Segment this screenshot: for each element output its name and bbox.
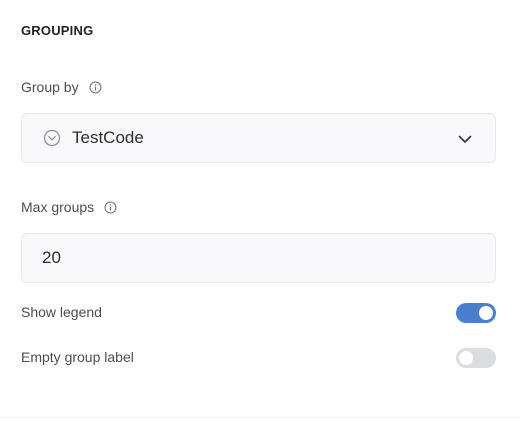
empty-group-label-toggle[interactable] bbox=[456, 348, 496, 368]
toggle-knob bbox=[459, 351, 473, 365]
chevron-down-icon bbox=[457, 131, 473, 147]
max-groups-label-row: Max groups bbox=[21, 199, 117, 215]
toggle-knob bbox=[479, 306, 493, 320]
group-by-label: Group by bbox=[21, 79, 79, 95]
chevron-circle-down-icon bbox=[43, 129, 61, 147]
group-by-label-row: Group by bbox=[21, 79, 102, 95]
group-by-value: TestCode bbox=[72, 128, 144, 147]
show-legend-toggle[interactable] bbox=[456, 303, 496, 323]
divider bbox=[0, 417, 520, 418]
grouping-settings-panel: GROUPING Group by TestCode Max groups 20… bbox=[0, 0, 520, 421]
group-by-select[interactable]: TestCode bbox=[21, 113, 496, 163]
max-groups-label: Max groups bbox=[21, 199, 95, 215]
info-icon[interactable] bbox=[104, 201, 117, 214]
section-title: GROUPING bbox=[21, 23, 94, 38]
empty-group-label-label: Empty group label bbox=[21, 349, 134, 365]
info-icon[interactable] bbox=[89, 81, 102, 94]
max-groups-input[interactable] bbox=[21, 233, 496, 283]
show-legend-label: Show legend bbox=[21, 304, 102, 320]
